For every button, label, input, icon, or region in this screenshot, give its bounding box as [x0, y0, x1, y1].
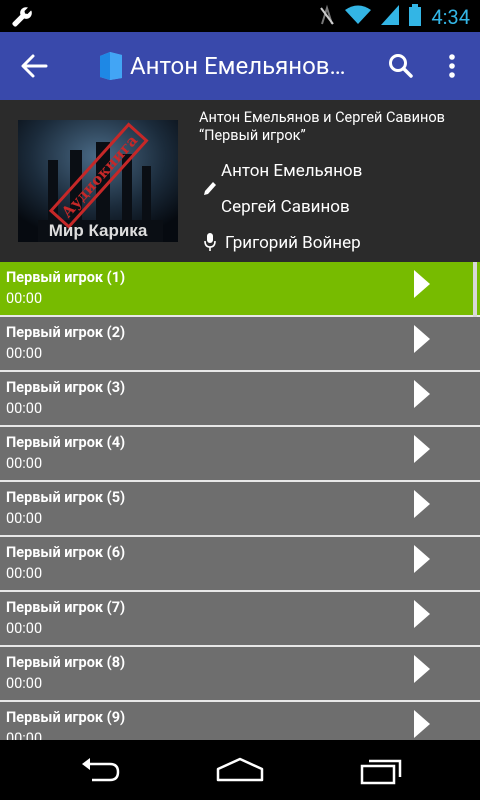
nav-recents-icon[interactable] — [360, 755, 404, 789]
track-duration: 00:00 — [6, 510, 43, 527]
track-row[interactable]: Первый игрок (8) 00:00 — [0, 647, 480, 702]
track-name: Первый игрок (2) — [6, 324, 126, 341]
wrench-icon — [10, 5, 34, 33]
book-header: Аудиокнига Мир Карика Антон Емельянов и … — [0, 100, 480, 262]
back-arrow-icon[interactable] — [18, 50, 50, 86]
play-icon[interactable] — [414, 435, 430, 463]
book-title: Антон Емельянов и Сергей Савинов “Первый… — [199, 109, 474, 145]
track-row[interactable]: Первый игрок (7) 00:00 — [0, 592, 480, 647]
play-icon[interactable] — [414, 710, 430, 738]
book-cover: Аудиокнига Мир Карика — [18, 120, 178, 242]
play-icon[interactable] — [414, 325, 430, 353]
nav-back-icon[interactable] — [78, 755, 122, 789]
track-duration: 00:00 — [6, 565, 43, 582]
track-name: Первый игрок (5) — [6, 489, 126, 506]
navigation-bar — [0, 740, 480, 800]
wifi-icon — [345, 5, 372, 29]
status-bar: 4:34 — [0, 0, 480, 32]
status-time: 4:34 — [431, 5, 470, 29]
play-icon[interactable] — [414, 600, 430, 628]
track-list: Первый игрок (1) 00:00 Первый игрок (2) … — [0, 262, 480, 740]
track-row[interactable]: Первый игрок (9) 00:00 — [0, 702, 480, 740]
overflow-menu-icon[interactable] — [442, 52, 462, 84]
cell-signal-icon — [381, 5, 400, 29]
author-name: Антон Емельянов — [221, 161, 363, 181]
play-icon[interactable] — [414, 655, 430, 683]
track-row[interactable]: Первый игрок (4) 00:00 — [0, 427, 480, 482]
track-name: Первый игрок (1) — [6, 269, 126, 286]
page-title: Антон Емельянов… — [130, 52, 346, 80]
track-name: Первый игрок (4) — [6, 434, 126, 451]
track-row[interactable]: Первый игрок (1) 00:00 — [0, 262, 480, 317]
scrollbar[interactable] — [473, 262, 477, 317]
search-icon[interactable] — [387, 52, 415, 84]
track-row[interactable]: Первый игрок (5) 00:00 — [0, 482, 480, 537]
play-icon[interactable] — [414, 545, 430, 573]
narrator-name: Григорий Войнер — [225, 233, 361, 253]
pencil-icon — [203, 180, 217, 200]
track-duration: 00:00 — [6, 730, 43, 740]
track-row[interactable]: Первый игрок (3) 00:00 — [0, 372, 480, 427]
track-duration: 00:00 — [6, 290, 43, 307]
book-icon — [96, 51, 124, 85]
author-name: Сергей Савинов — [221, 197, 350, 217]
track-duration: 00:00 — [6, 455, 43, 472]
track-row[interactable]: Первый игрок (2) 00:00 — [0, 317, 480, 372]
nav-home-icon[interactable] — [216, 755, 264, 789]
track-duration: 00:00 — [6, 345, 43, 362]
signal-off-icon — [319, 4, 335, 30]
battery-icon — [409, 4, 422, 30]
cover-caption: Мир Карика — [49, 221, 148, 240]
play-icon[interactable] — [414, 270, 430, 298]
track-name: Первый игрок (7) — [6, 599, 126, 616]
track-name: Первый игрок (9) — [6, 709, 126, 726]
play-icon[interactable] — [414, 490, 430, 518]
action-bar: Антон Емельянов… — [0, 32, 480, 100]
track-duration: 00:00 — [6, 620, 43, 637]
track-name: Первый игрок (3) — [6, 379, 126, 396]
track-duration: 00:00 — [6, 675, 43, 692]
track-row[interactable]: Первый игрок (6) 00:00 — [0, 537, 480, 592]
book-title-line2: “Первый игрок” — [199, 127, 306, 144]
microphone-icon — [204, 233, 216, 255]
track-name: Первый игрок (8) — [6, 654, 126, 671]
book-title-line1: Антон Емельянов и Сергей Савинов — [199, 109, 445, 126]
track-name: Первый игрок (6) — [6, 544, 126, 561]
track-duration: 00:00 — [6, 400, 43, 417]
play-icon[interactable] — [414, 380, 430, 408]
